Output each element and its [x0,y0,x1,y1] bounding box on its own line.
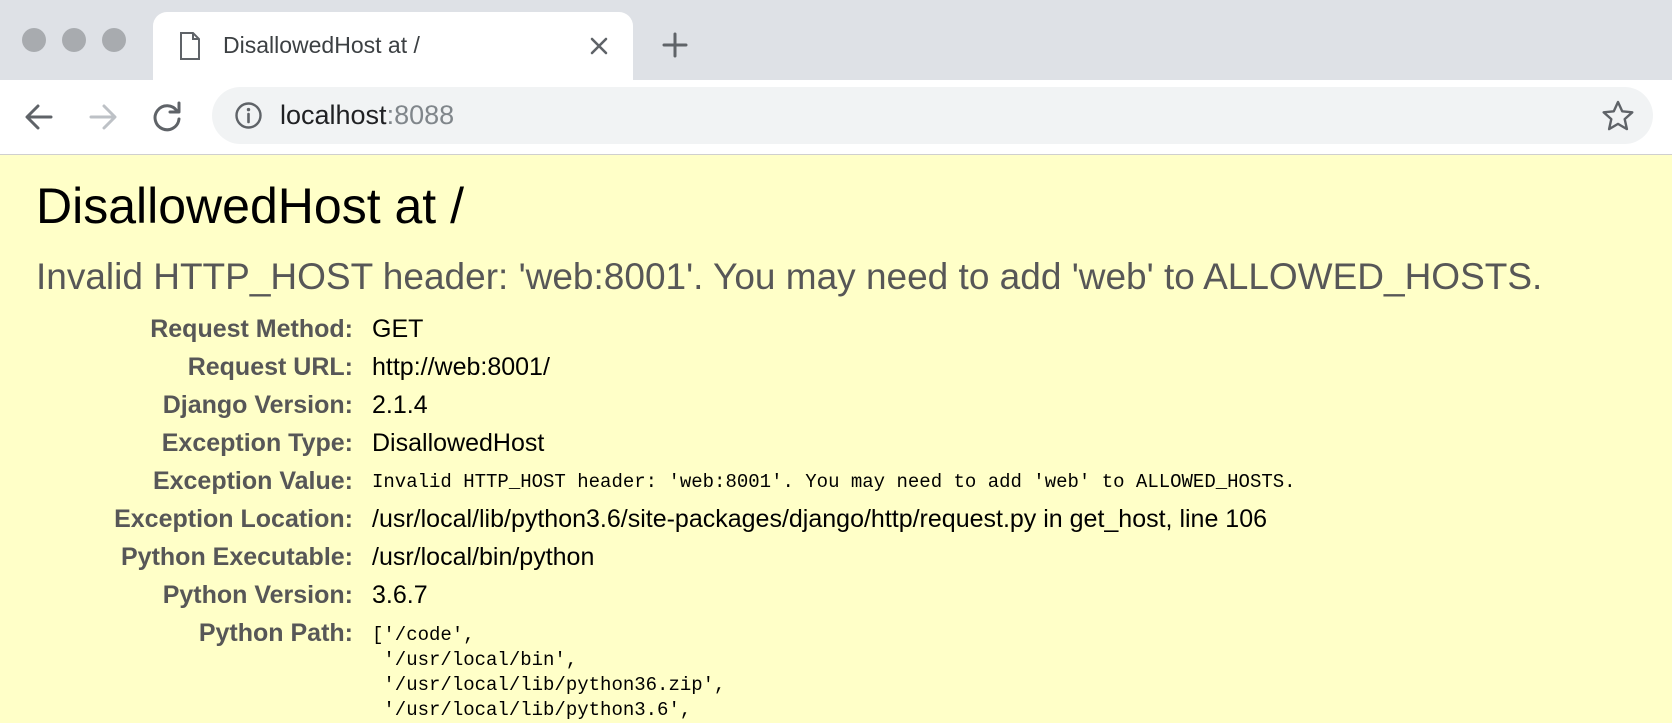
meta-label: Exception Location: [114,505,353,533]
meta-label: Python Version: [162,581,353,609]
new-tab-icon[interactable] [660,30,690,60]
meta-label: Python Executable: [121,543,353,571]
meta-value: http://web:8001/ [372,353,550,381]
python-path-entry: '/usr/local/lib/python36.zip', [372,674,726,696]
browser-toolbar: localhost:8088 [0,80,1672,155]
meta-value: Invalid HTTP_HOST header: 'web:8001'. Yo… [372,471,1296,493]
meta-label: Exception Type: [161,429,353,457]
meta-label: Python Path: [198,619,353,647]
url-host: localhost [280,100,387,130]
bookmark-star-icon[interactable] [1601,99,1635,133]
meta-row-request-url: Request URL: http://web:8001/ [0,353,1672,389]
tab-strip: DisallowedHost at / [0,0,1672,80]
meta-value: GET [372,315,424,343]
meta-value: 2.1.4 [372,391,428,419]
meta-label: Request URL: [187,353,353,381]
python-path-entry: ['/code', [372,624,475,646]
exception-summary: Invalid HTTP_HOST header: 'web:8001'. Yo… [36,256,1543,297]
meta-value: DisallowedHost [372,429,545,457]
info-icon[interactable] [234,101,263,130]
maximize-window-button[interactable] [102,28,126,52]
document-icon [180,32,200,60]
meta-row-python-executable: Python Executable: /usr/local/bin/python [0,543,1672,579]
minimize-window-button[interactable] [62,28,86,52]
meta-label: Django Version: [162,391,353,419]
browser-chrome: DisallowedHost at / localhost:8088 [0,0,1672,155]
page-content: DisallowedHost at / Invalid HTTP_HOST he… [0,155,1672,721]
meta-row-request-method: Request Method: GET [0,315,1672,351]
python-path-entry: '/usr/local/lib/python3.6', [372,699,692,721]
reload-icon[interactable] [148,98,186,136]
meta-label: Request Method: [150,315,353,343]
meta-row-django-version: Django Version: 2.1.4 [0,391,1672,427]
meta-row-exception-location: Exception Location: /usr/local/lib/pytho… [0,505,1672,541]
url-port: :8088 [386,100,455,130]
meta-row-python-version: Python Version: 3.6.7 [0,581,1672,617]
python-path-entry: '/usr/local/bin', [372,649,578,671]
active-tab[interactable]: DisallowedHost at / [153,12,633,80]
meta-row-exception-type: Exception Type: DisallowedHost [0,429,1672,465]
meta-label: Exception Value: [152,467,353,495]
meta-value: /usr/local/lib/python3.6/site-packages/d… [372,505,1268,533]
page-title: DisallowedHost at / [36,178,464,234]
forward-arrow-icon[interactable] [84,98,122,136]
meta-value: /usr/local/bin/python [372,543,595,571]
meta-row-exception-value: Exception Value: Invalid HTTP_HOST heade… [0,467,1672,503]
address-bar[interactable]: localhost:8088 [212,87,1653,144]
meta-row-python-path: Python Path: ['/code', '/usr/local/bin',… [0,619,1672,721]
back-arrow-icon[interactable] [20,98,58,136]
tab-title: DisallowedHost at / [223,32,420,58]
close-window-button[interactable] [22,28,46,52]
url-text[interactable]: localhost:8088 [280,100,454,131]
meta-value: 3.6.7 [372,581,428,609]
close-tab-icon[interactable] [585,32,613,60]
python-path-list: ['/code', '/usr/local/bin', '/usr/local/… [372,623,725,723]
